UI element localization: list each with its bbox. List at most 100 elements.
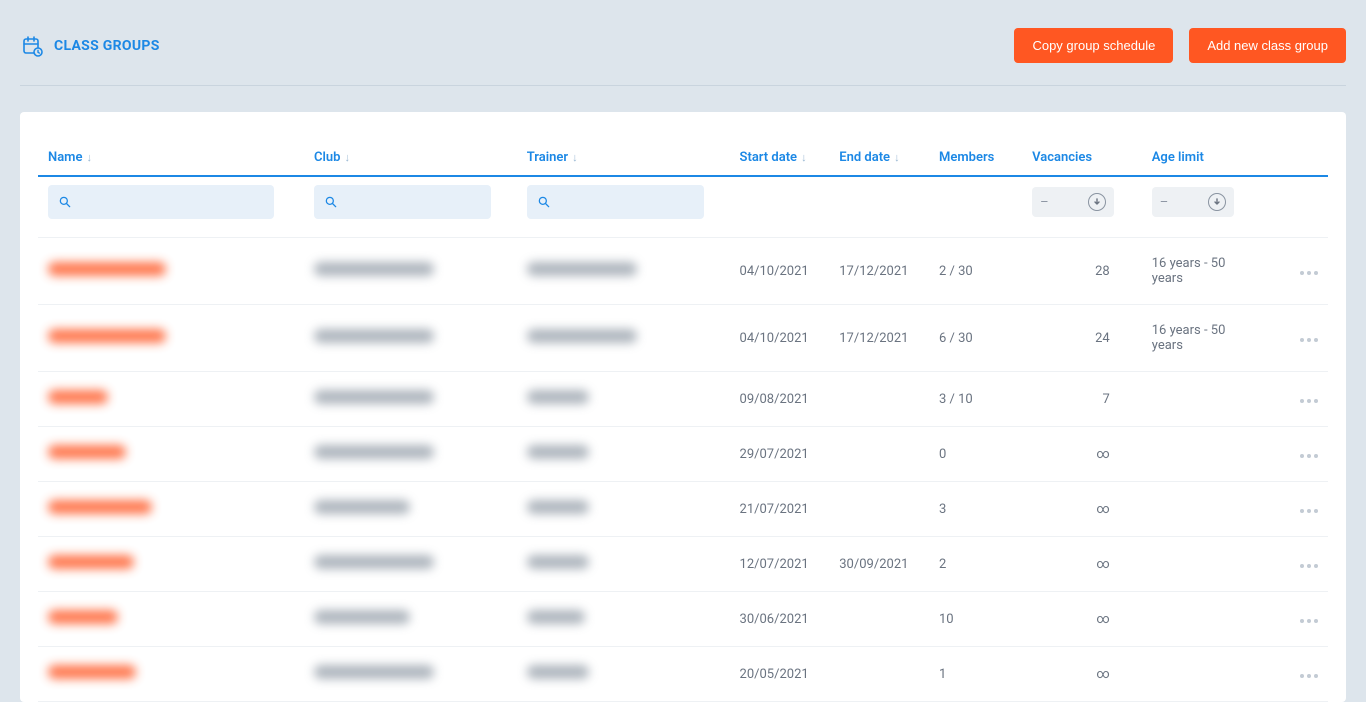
members-cell: 10 xyxy=(929,592,1022,647)
start-date-cell: 29/07/2021 xyxy=(730,427,830,482)
row-actions-menu[interactable] xyxy=(1271,271,1318,275)
row-actions-menu[interactable] xyxy=(1271,564,1318,568)
vacancies-range-filter[interactable]: – xyxy=(1032,187,1114,217)
row-actions-menu[interactable] xyxy=(1271,674,1318,678)
row-actions-menu[interactable] xyxy=(1271,509,1318,513)
col-header-end-date[interactable]: End date↓ xyxy=(829,142,929,176)
table-row: 04/10/202117/12/20216 / 302416 years - 5… xyxy=(38,305,1328,372)
table-row: 21/07/2021 3∞ xyxy=(38,482,1328,537)
trainer-search-input[interactable] xyxy=(527,185,704,219)
col-header-members: Members xyxy=(929,142,1022,176)
age-range-filter[interactable]: – xyxy=(1152,187,1234,217)
start-date-cell: 20/05/2021 xyxy=(730,647,830,702)
age-limit-cell xyxy=(1142,372,1262,427)
search-icon xyxy=(324,195,338,209)
trainer-name-redacted xyxy=(527,445,589,459)
vacancies-cell: 28 xyxy=(1022,238,1142,305)
members-cell[interactable]: 3 xyxy=(929,482,1022,537)
group-name-redacted[interactable] xyxy=(48,555,134,569)
start-date-cell: 12/07/2021 xyxy=(730,537,830,592)
vacancies-cell: ∞ xyxy=(1022,482,1142,537)
row-actions-menu[interactable] xyxy=(1271,399,1318,403)
sort-arrow-icon: ↓ xyxy=(344,151,350,164)
row-actions-menu[interactable] xyxy=(1271,454,1318,458)
club-name-redacted xyxy=(314,610,410,624)
range-dash: – xyxy=(1160,195,1169,210)
table-row: 30/06/2021 10∞ xyxy=(38,592,1328,647)
club-name-redacted xyxy=(314,665,434,679)
trainer-name-redacted xyxy=(527,500,589,514)
class-groups-table: Name↓ Club↓ Trainer↓ Start date↓ End dat… xyxy=(38,142,1328,702)
vacancies-cell: 7 xyxy=(1022,372,1142,427)
age-limit-cell xyxy=(1142,482,1262,537)
group-name-redacted[interactable] xyxy=(48,610,118,624)
age-limit-cell: 16 years - 50 years xyxy=(1142,305,1262,372)
group-name-redacted[interactable] xyxy=(48,445,126,459)
group-name-redacted[interactable] xyxy=(48,329,166,343)
range-dash: – xyxy=(1040,195,1049,210)
end-date-cell xyxy=(829,592,929,647)
age-limit-cell: 16 years - 50 years xyxy=(1142,238,1262,305)
group-name-redacted[interactable] xyxy=(48,390,108,404)
search-icon xyxy=(58,195,72,209)
class-groups-table-card: Name↓ Club↓ Trainer↓ Start date↓ End dat… xyxy=(20,112,1346,702)
vacancies-cell: ∞ xyxy=(1022,592,1142,647)
page-title: CLASS GROUPS xyxy=(54,38,160,54)
end-date-cell xyxy=(829,372,929,427)
trainer-name-redacted xyxy=(527,390,589,404)
end-date-cell: 17/12/2021 xyxy=(829,238,929,305)
age-limit-cell xyxy=(1142,592,1262,647)
end-date-cell: 17/12/2021 xyxy=(829,305,929,372)
table-row: 20/05/2021 1∞ xyxy=(38,647,1328,702)
filter-row: – – xyxy=(38,176,1328,238)
sort-arrow-icon: ↓ xyxy=(572,151,578,164)
start-date-cell: 09/08/2021 xyxy=(730,372,830,427)
age-limit-cell xyxy=(1142,427,1262,482)
members-cell: 1 xyxy=(929,647,1022,702)
vacancies-cell: ∞ xyxy=(1022,537,1142,592)
end-date-cell xyxy=(829,482,929,537)
trainer-name-redacted xyxy=(527,610,585,624)
start-date-cell: 30/06/2021 xyxy=(730,592,830,647)
add-new-class-group-button[interactable]: Add new class group xyxy=(1189,28,1346,63)
col-header-vacancies: Vacancies xyxy=(1022,142,1142,176)
table-row: 12/07/202130/09/20212∞ xyxy=(38,537,1328,592)
end-date-cell xyxy=(829,427,929,482)
col-header-start-date[interactable]: Start date↓ xyxy=(730,142,830,176)
members-cell: 0 xyxy=(929,427,1022,482)
col-header-age-limit: Age limit xyxy=(1142,142,1262,176)
age-limit-cell xyxy=(1142,537,1262,592)
club-name-redacted xyxy=(314,329,434,343)
group-name-redacted[interactable] xyxy=(48,500,152,514)
end-date-cell xyxy=(829,647,929,702)
end-date-cell: 30/09/2021 xyxy=(829,537,929,592)
members-cell: 2 xyxy=(929,537,1022,592)
trainer-name-redacted xyxy=(527,329,637,343)
row-actions-menu[interactable] xyxy=(1271,338,1318,342)
vacancies-cell: 24 xyxy=(1022,305,1142,372)
members-cell: 3 / 10 xyxy=(929,372,1022,427)
search-icon xyxy=(537,195,551,209)
club-search-input[interactable] xyxy=(314,185,491,219)
group-name-redacted[interactable] xyxy=(48,665,136,679)
class-groups-icon xyxy=(20,34,44,58)
vacancies-cell: ∞ xyxy=(1022,647,1142,702)
club-name-redacted xyxy=(314,262,434,276)
table-row: 29/07/2021 0∞ xyxy=(38,427,1328,482)
row-actions-menu[interactable] xyxy=(1271,619,1318,623)
age-limit-cell xyxy=(1142,647,1262,702)
vacancies-cell: ∞ xyxy=(1022,427,1142,482)
copy-group-schedule-button[interactable]: Copy group schedule xyxy=(1014,28,1173,63)
start-date-cell: 21/07/2021 xyxy=(730,482,830,537)
members-cell: 6 / 30 xyxy=(929,305,1022,372)
group-name-redacted[interactable] xyxy=(48,262,166,276)
table-row: 09/08/2021 3 / 107 xyxy=(38,372,1328,427)
club-name-redacted xyxy=(314,500,410,514)
table-row: 04/10/202117/12/20212 / 302816 years - 5… xyxy=(38,238,1328,305)
col-header-name[interactable]: Name↓ xyxy=(38,142,304,176)
name-search-input[interactable] xyxy=(48,185,274,219)
start-date-cell: 04/10/2021 xyxy=(730,305,830,372)
col-header-trainer[interactable]: Trainer↓ xyxy=(517,142,730,176)
col-header-club[interactable]: Club↓ xyxy=(304,142,517,176)
col-header-actions xyxy=(1261,142,1328,176)
